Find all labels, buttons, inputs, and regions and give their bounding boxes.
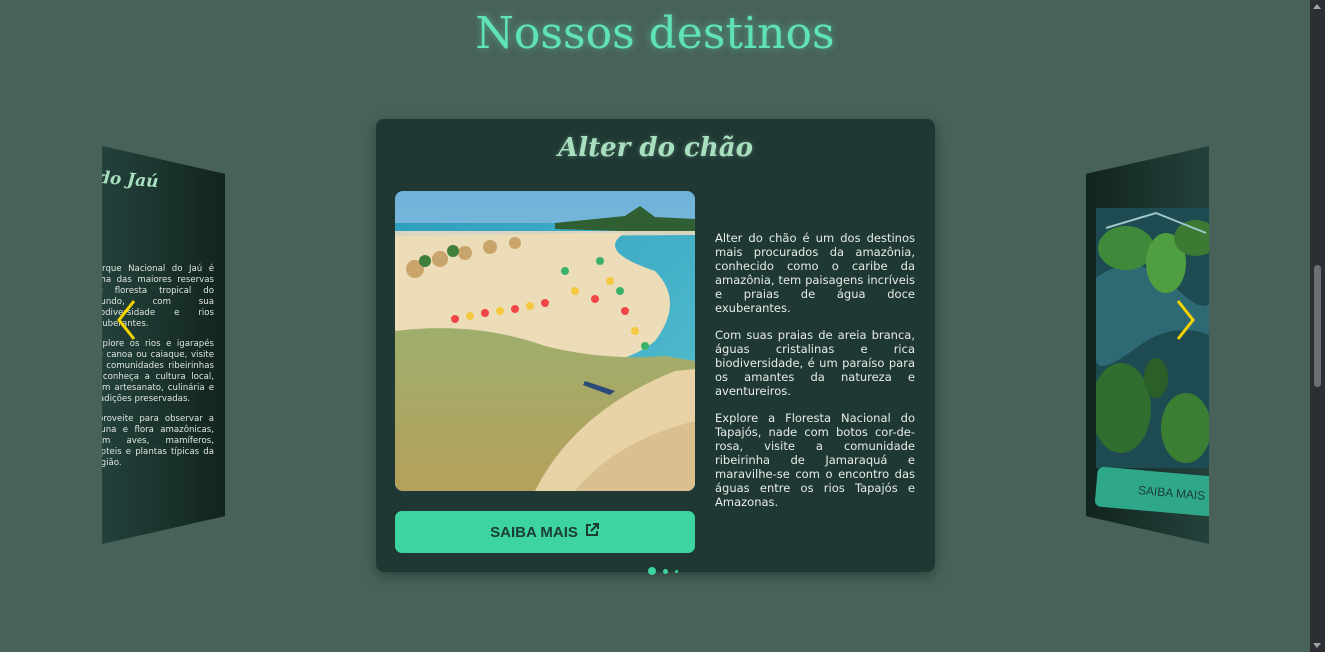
carousel-slide-active: Alter do chão Alter do chão é um dos des… [376,119,935,575]
scroll-down-icon[interactable] [1313,643,1321,648]
pagination-dot[interactable] [675,569,678,573]
description-paragraph: Alter do chão é um dos destinos mais pro… [715,231,915,315]
vertical-scrollbar[interactable] [1310,0,1325,652]
carousel-pagination [648,567,678,575]
carousel-prev-button[interactable] [115,298,137,342]
slide-previous-title: do Jaú [102,167,160,193]
description-paragraph: Explore a Floresta Nacional do Tapajós, … [715,411,915,509]
pagination-dot-active[interactable] [648,567,656,575]
destination-description: Alter do chão é um dos destinos mais pro… [715,231,915,522]
saiba-mais-label: SAIBA MAIS [490,523,578,541]
external-link-icon [584,522,600,542]
slide-previous-description: Parque Nacional do Jaú é uma das maiores… [102,264,214,478]
chevron-right-icon [1176,300,1195,340]
scroll-up-icon[interactable] [1313,4,1321,9]
saiba-mais-button[interactable]: SAIBA MAIS [395,511,695,553]
slide-previous-paragraph: Aproveite para observar a fauna e flora … [102,414,214,468]
description-paragraph: Com suas praias de areia branca, águas c… [715,328,915,398]
carousel-slide-previous[interactable]: do Jaú Parque Nacional do Jaú é uma das … [102,146,225,544]
slide-next-saiba-mais-button[interactable]: SAIBA MAIS [1094,466,1209,518]
destination-title: Alter do chão [558,133,753,163]
carousel-next-button[interactable] [1175,298,1197,342]
scrollbar-thumb[interactable] [1314,265,1321,387]
slide-previous-paragraph: Explore os rios e igarapés de canoa ou c… [102,339,214,404]
page-title: Nossos destinos [475,8,835,59]
carousel-slide-next[interactable]: SAIBA MAIS [1086,146,1209,544]
pagination-dot[interactable] [663,568,668,574]
destination-image [395,191,695,491]
chevron-left-icon [117,300,136,340]
